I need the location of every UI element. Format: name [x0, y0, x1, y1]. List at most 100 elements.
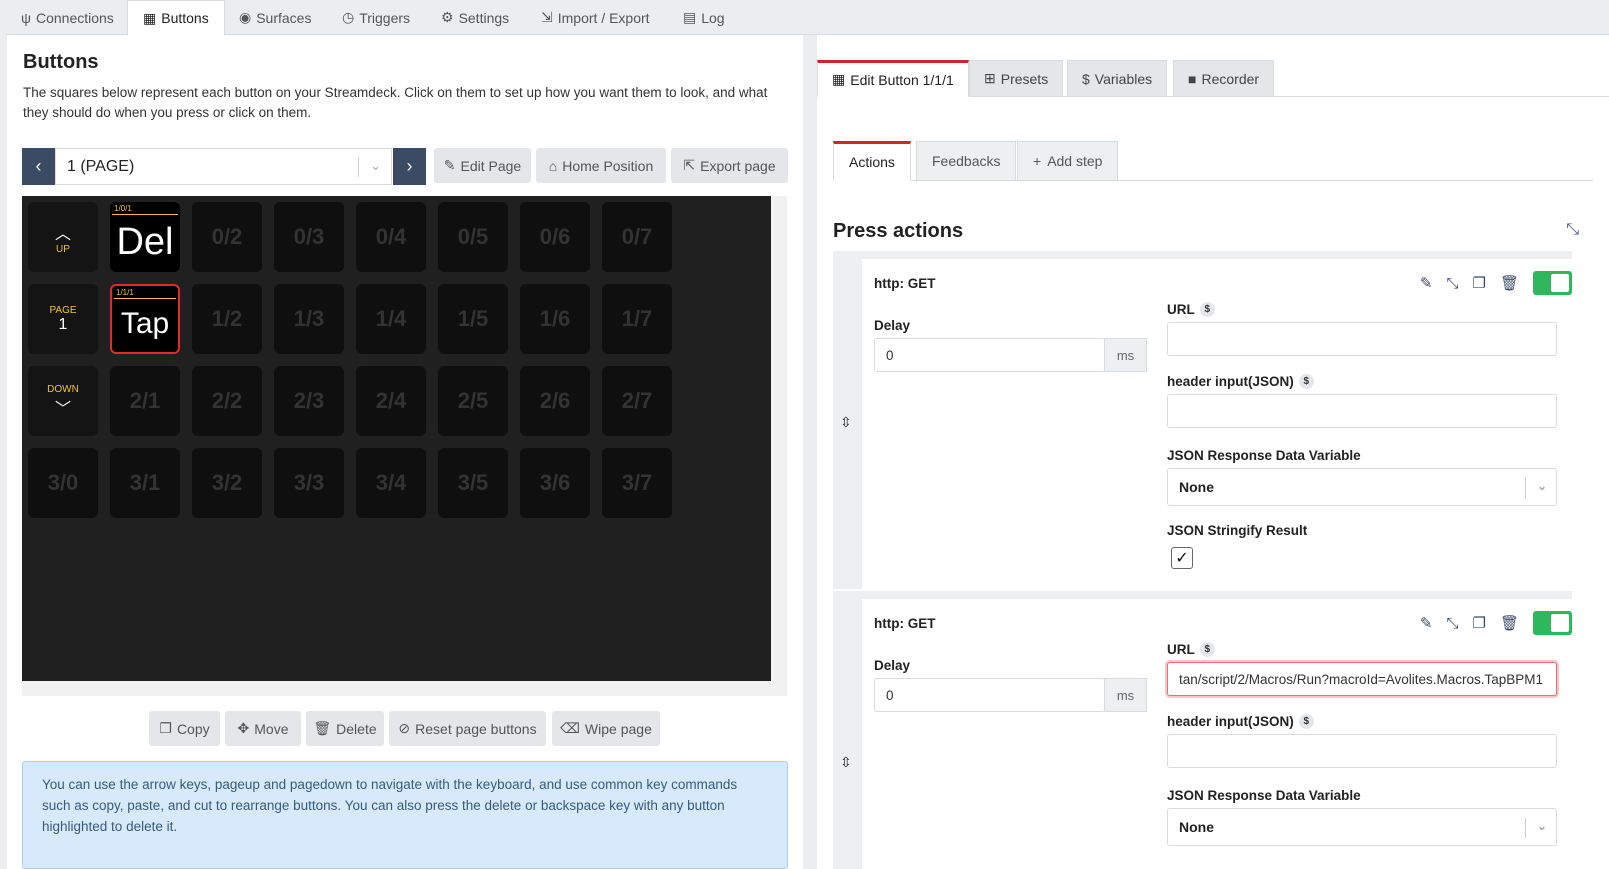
button-key[interactable]: 3/5	[438, 448, 508, 518]
home-position-button[interactable]: ⌂ Home Position	[536, 148, 666, 183]
button-key[interactable]: 2/5	[438, 366, 508, 436]
sort-handle-icon[interactable]: ⇳	[840, 414, 852, 431]
page-indicator-key[interactable]: PAGE 1	[28, 284, 98, 354]
buttons-panel: Buttons The squares below represent each…	[7, 35, 803, 869]
file-export-icon: ⇱	[683, 157, 696, 173]
edit-page-button[interactable]: ✎ Edit Page	[434, 148, 531, 183]
delay-input[interactable]: 0	[874, 678, 1105, 712]
select-separator	[358, 157, 359, 177]
button-key[interactable]: 2/6	[520, 366, 590, 436]
button-key[interactable]: 3/0	[28, 448, 98, 518]
tab-label: Recorder	[1201, 70, 1260, 87]
button-key[interactable]: 3/3	[274, 448, 344, 518]
enable-toggle[interactable]	[1533, 611, 1572, 635]
json-var-label: JSON Response Data Variable	[1167, 448, 1361, 463]
button-key[interactable]: 2/4	[356, 366, 426, 436]
check-icon: ✓	[1175, 550, 1189, 567]
action-title: http: GET	[874, 616, 936, 631]
copy-icon[interactable]: ❐	[1473, 614, 1486, 632]
tab-recorder[interactable]: ■ Recorder	[1173, 60, 1275, 97]
button-key[interactable]: 0/5	[438, 202, 508, 272]
tab-settings[interactable]: ⚙ Settings	[426, 0, 524, 35]
page-down-key[interactable]: DOWN ﹀	[28, 366, 98, 436]
move-button[interactable]: ✥ Move	[225, 711, 301, 746]
button-key[interactable]: 2/2	[192, 366, 262, 436]
add-step-button[interactable]: + Add step	[1017, 141, 1119, 181]
button-key[interactable]: 3/6	[520, 448, 590, 518]
copy-icon[interactable]: ❐	[1473, 274, 1486, 292]
page-up-key[interactable]: ︿ UP	[28, 202, 98, 272]
button-key[interactable]: 3/7	[602, 448, 672, 518]
button-key-tap[interactable]: 1/1/1 Tap	[110, 284, 180, 354]
tab-feedbacks[interactable]: Feedbacks	[916, 141, 1017, 181]
header-input[interactable]	[1167, 734, 1557, 768]
button-key[interactable]: 1/5	[438, 284, 508, 354]
next-page-button[interactable]: ›	[393, 148, 426, 185]
reset-page-buttons-button[interactable]: ⊘ Reset page buttons	[389, 711, 546, 746]
button-key[interactable]: 2/7	[602, 366, 672, 436]
chevron-down-icon: ⌄	[1536, 479, 1547, 493]
trash-icon[interactable]: 🗑	[1500, 274, 1519, 292]
edit-panel: ▦ Edit Button 1/1/1 ⊞ Presets $ Variables ■…	[817, 35, 1609, 869]
button-key[interactable]: 0/7	[602, 202, 672, 272]
compress-icon[interactable]: ⤡	[1446, 615, 1458, 632]
button-key[interactable]: 3/4	[356, 448, 426, 518]
button-key[interactable]: 0/6	[520, 202, 590, 272]
compress-icon[interactable]: ⤡	[1566, 221, 1579, 239]
grid-horizontal-scrollbar[interactable]	[22, 681, 787, 696]
json-var-select[interactable]: None ⌄	[1167, 468, 1557, 506]
header-input[interactable]	[1167, 394, 1557, 428]
stringify-checkbox[interactable]: ✓	[1171, 547, 1193, 569]
trash-icon: 🗑	[313, 720, 332, 736]
url-input[interactable]	[1167, 322, 1557, 356]
json-var-select[interactable]: None ⌄	[1167, 808, 1557, 846]
tab-connections[interactable]: ψ Connections	[6, 0, 129, 35]
button-key[interactable]: 0/2	[192, 202, 262, 272]
delay-input[interactable]: 0	[874, 338, 1105, 372]
url-label: URL $	[1167, 642, 1215, 657]
sort-handle-icon[interactable]: ⇳	[840, 754, 852, 771]
button-key[interactable]: 1/3	[274, 284, 344, 354]
button-key[interactable]: 3/1	[110, 448, 180, 518]
pencil-icon: ✎	[443, 157, 456, 173]
button-key[interactable]: 3/2	[192, 448, 262, 518]
button-key[interactable]: 2/1	[110, 366, 180, 436]
trash-icon[interactable]: 🗑	[1500, 614, 1519, 632]
grid-vertical-scrollbar[interactable]	[771, 196, 787, 681]
move-label: Move	[254, 720, 289, 737]
button-key[interactable]: 1/2	[192, 284, 262, 354]
button-key[interactable]: 1/6	[520, 284, 590, 354]
url-label: URL $	[1167, 302, 1215, 317]
button-key[interactable]: 2/3	[274, 366, 344, 436]
compress-icon[interactable]: ⤡	[1446, 275, 1458, 292]
tab-import-export[interactable]: ⇲ Import / Export	[526, 0, 665, 35]
copy-button[interactable]: ❐ Copy	[149, 711, 220, 746]
url-input[interactable]: tan/script/2/Macros/Run?macroId=Avolites…	[1167, 662, 1557, 696]
tab-actions[interactable]: Actions	[833, 141, 911, 181]
wipe-page-button[interactable]: ⌫ Wipe page	[552, 711, 660, 746]
wipe-label: Wipe page	[584, 720, 652, 737]
page-description: The squares below represent each button …	[23, 85, 768, 120]
tab-buttons[interactable]: ▦ Buttons	[127, 0, 225, 36]
page-select[interactable]: 1 (PAGE) ⌄	[55, 148, 392, 185]
tab-surfaces[interactable]: ◉ Surfaces	[224, 0, 326, 35]
pencil-icon[interactable]: ✎	[1420, 274, 1433, 292]
button-key[interactable]: 0/4	[356, 202, 426, 272]
export-page-button[interactable]: ⇱ Export page	[671, 148, 788, 183]
tab-edit-button[interactable]: ▦ Edit Button 1/1/1	[817, 60, 969, 97]
button-key[interactable]: 0/3	[274, 202, 344, 272]
tab-variables[interactable]: $ Variables	[1067, 60, 1168, 97]
delete-button[interactable]: 🗑 Delete	[306, 711, 384, 746]
button-key[interactable]: 1/4	[356, 284, 426, 354]
arrows-icon: ✥	[237, 720, 250, 736]
button-key[interactable]: 1/7	[602, 284, 672, 354]
tab-triggers[interactable]: ◷ Triggers	[327, 0, 425, 35]
enable-toggle[interactable]	[1533, 271, 1572, 295]
pencil-icon[interactable]: ✎	[1420, 614, 1433, 632]
tab-log[interactable]: ▤ Log	[668, 0, 740, 35]
button-grid: ︿ UP 1/0/1 Del 0/2 0/3 0/4 0/5 0/6 0/7 PAG…	[22, 196, 771, 681]
button-key-del[interactable]: 1/0/1 Del	[110, 202, 180, 272]
tab-label: Settings	[458, 9, 510, 26]
prev-page-button[interactable]: ‹	[22, 148, 55, 185]
tab-presets[interactable]: ⊞ Presets	[969, 60, 1064, 97]
